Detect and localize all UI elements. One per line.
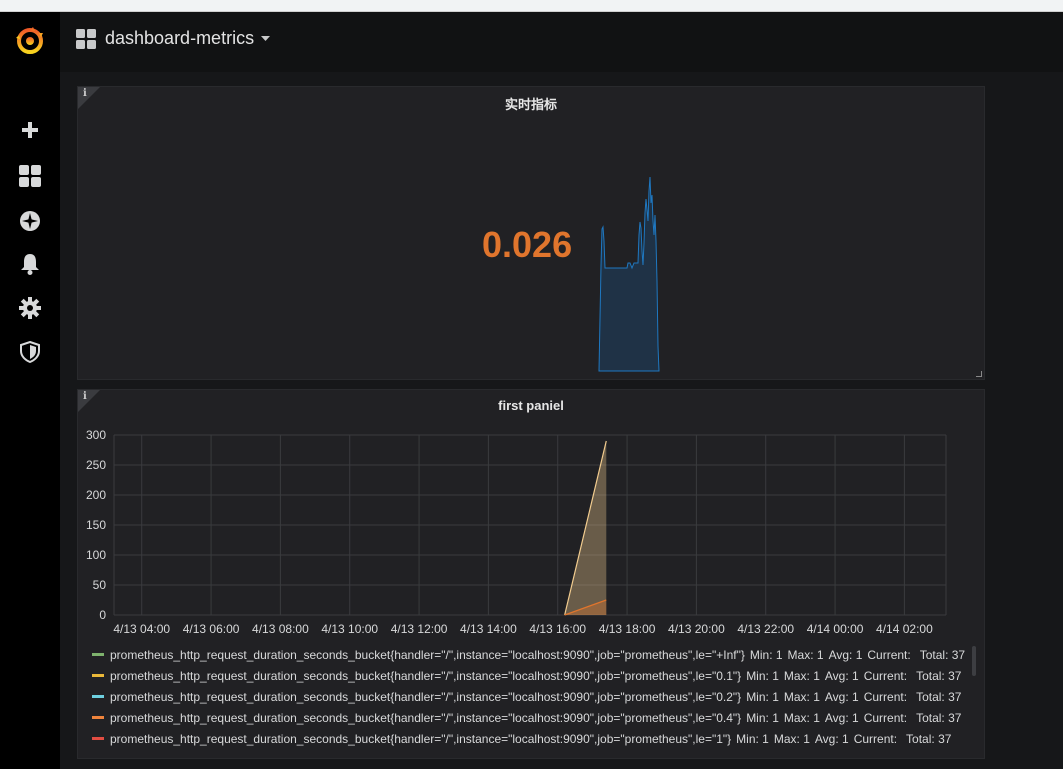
stat-value: 0.026: [482, 224, 573, 265]
y-tick-label: 0: [99, 608, 106, 622]
legend-current: Current:: [863, 689, 908, 704]
x-tick-label: 4/13 18:00: [599, 622, 656, 636]
x-tick-label: 4/14 00:00: [807, 622, 864, 636]
legend-current: Current:: [863, 710, 908, 725]
explore-icon[interactable]: [15, 206, 45, 236]
y-tick-label: 100: [86, 548, 106, 562]
x-tick-label: 4/13 06:00: [183, 622, 240, 636]
y-tick-label: 50: [93, 578, 107, 592]
sparkline: [598, 176, 660, 372]
y-tick-label: 150: [86, 518, 106, 532]
legend-total: Total: 37: [919, 647, 966, 662]
panel-title[interactable]: first paniel: [78, 398, 984, 413]
legend-max: Max: 1: [783, 710, 820, 725]
legend-max: Max: 1: [773, 731, 810, 746]
y-tick-label: 300: [86, 428, 106, 442]
x-tick-label: 4/13 08:00: [252, 622, 309, 636]
legend-item[interactable]: prometheus_http_request_duration_seconds…: [92, 707, 972, 728]
legend-max: Max: 1: [787, 647, 824, 662]
legend-current: Current:: [867, 647, 911, 662]
legend-min: Min: 1: [746, 710, 779, 725]
legend-color-swatch[interactable]: [92, 695, 104, 698]
series: [564, 440, 607, 616]
legend-avg: Avg: 1: [824, 689, 859, 704]
legend-total: Total: 37: [916, 668, 962, 683]
caret-down-icon: [261, 35, 271, 41]
gear-icon[interactable]: [15, 293, 45, 323]
legend-max: Max: 1: [783, 668, 820, 683]
legend-scrollbar[interactable]: [972, 646, 976, 676]
grafana-logo-icon[interactable]: [15, 26, 45, 56]
sparkline-area: [598, 176, 660, 372]
legend-avg: Avg: 1: [828, 647, 863, 662]
x-tick-label: 4/14 02:00: [876, 622, 933, 636]
legend-color-swatch[interactable]: [92, 737, 104, 740]
legend-item[interactable]: prometheus_http_request_duration_seconds…: [92, 686, 972, 707]
x-tick-label: 4/13 10:00: [321, 622, 378, 636]
plus-icon[interactable]: [15, 115, 45, 145]
sidebar: [0, 12, 60, 769]
legend-color-swatch[interactable]: [92, 716, 104, 719]
legend-color-swatch[interactable]: [92, 653, 104, 656]
legend-min: Min: 1: [746, 689, 779, 704]
shield-icon[interactable]: [15, 337, 45, 367]
grid: [113, 434, 947, 616]
legend-min: Min: 1: [749, 647, 783, 662]
stat-panel: i 实时指标 0.026: [77, 86, 985, 380]
legend-color-swatch[interactable]: [92, 674, 104, 677]
legend-item[interactable]: prometheus_http_request_duration_seconds…: [92, 644, 972, 665]
legend-series-name: prometheus_http_request_duration_seconds…: [110, 731, 732, 746]
graph-panel: i first paniel 300 250 200 150 100 50 0 4/13 0…: [77, 389, 985, 759]
y-axis: 300 250 200 150 100 50 0: [86, 428, 106, 622]
legend-total: Total: 37: [916, 710, 962, 725]
top-nav: dashboard-metrics: [60, 12, 1063, 72]
y-tick-label: 200: [86, 488, 106, 502]
panel-resize-handle[interactable]: [976, 371, 982, 377]
x-tick-label: 4/13 20:00: [668, 622, 725, 636]
legend-series-name: prometheus_http_request_duration_seconds…: [110, 647, 745, 662]
legend-item[interactable]: prometheus_http_request_duration_seconds…: [92, 728, 972, 749]
graph-legend: prometheus_http_request_duration_seconds…: [92, 644, 972, 749]
legend-item[interactable]: prometheus_http_request_duration_seconds…: [92, 665, 972, 686]
legend-total: Total: 37: [906, 731, 952, 746]
legend-current: Current:: [863, 668, 908, 683]
browser-address-bar: [0, 0, 1063, 12]
x-axis: 4/13 04:00 4/13 06:00 4/13 08:00 4/13 10:00…: [113, 622, 933, 636]
legend-avg: Avg: 1: [814, 731, 849, 746]
legend-min: Min: 1: [746, 668, 779, 683]
legend-series-name: prometheus_http_request_duration_seconds…: [110, 689, 742, 704]
x-tick-label: 4/13 12:00: [391, 622, 448, 636]
dashboards-icon: [76, 28, 96, 49]
legend-total: Total: 37: [916, 689, 962, 704]
legend-series-name: prometheus_http_request_duration_seconds…: [110, 710, 742, 725]
legend-max: Max: 1: [783, 689, 820, 704]
legend-series-name: prometheus_http_request_duration_seconds…: [110, 668, 742, 683]
x-tick-label: 4/13 14:00: [460, 622, 517, 636]
legend-avg: Avg: 1: [824, 668, 859, 683]
legend-avg: Avg: 1: [824, 710, 859, 725]
y-tick-label: 250: [86, 458, 106, 472]
panel-title[interactable]: 实时指标: [78, 94, 984, 113]
graph-chart: 300250200150100500 4/13 04:00 4/13 06:00 4…: [86, 428, 947, 636]
legend-min: Min: 1: [736, 731, 769, 746]
dashboard-title: dashboard-metrics: [105, 28, 255, 48]
legend-current: Current:: [853, 731, 898, 746]
x-tick-label: 4/13 16:00: [529, 622, 586, 636]
x-tick-label: 4/13 04:00: [113, 622, 170, 636]
alert-bell-icon[interactable]: [15, 249, 45, 279]
dashboard-picker[interactable]: dashboard-metrics: [76, 28, 271, 49]
dashboards-icon[interactable]: [15, 161, 45, 191]
x-tick-label: 4/13 22:00: [737, 622, 794, 636]
